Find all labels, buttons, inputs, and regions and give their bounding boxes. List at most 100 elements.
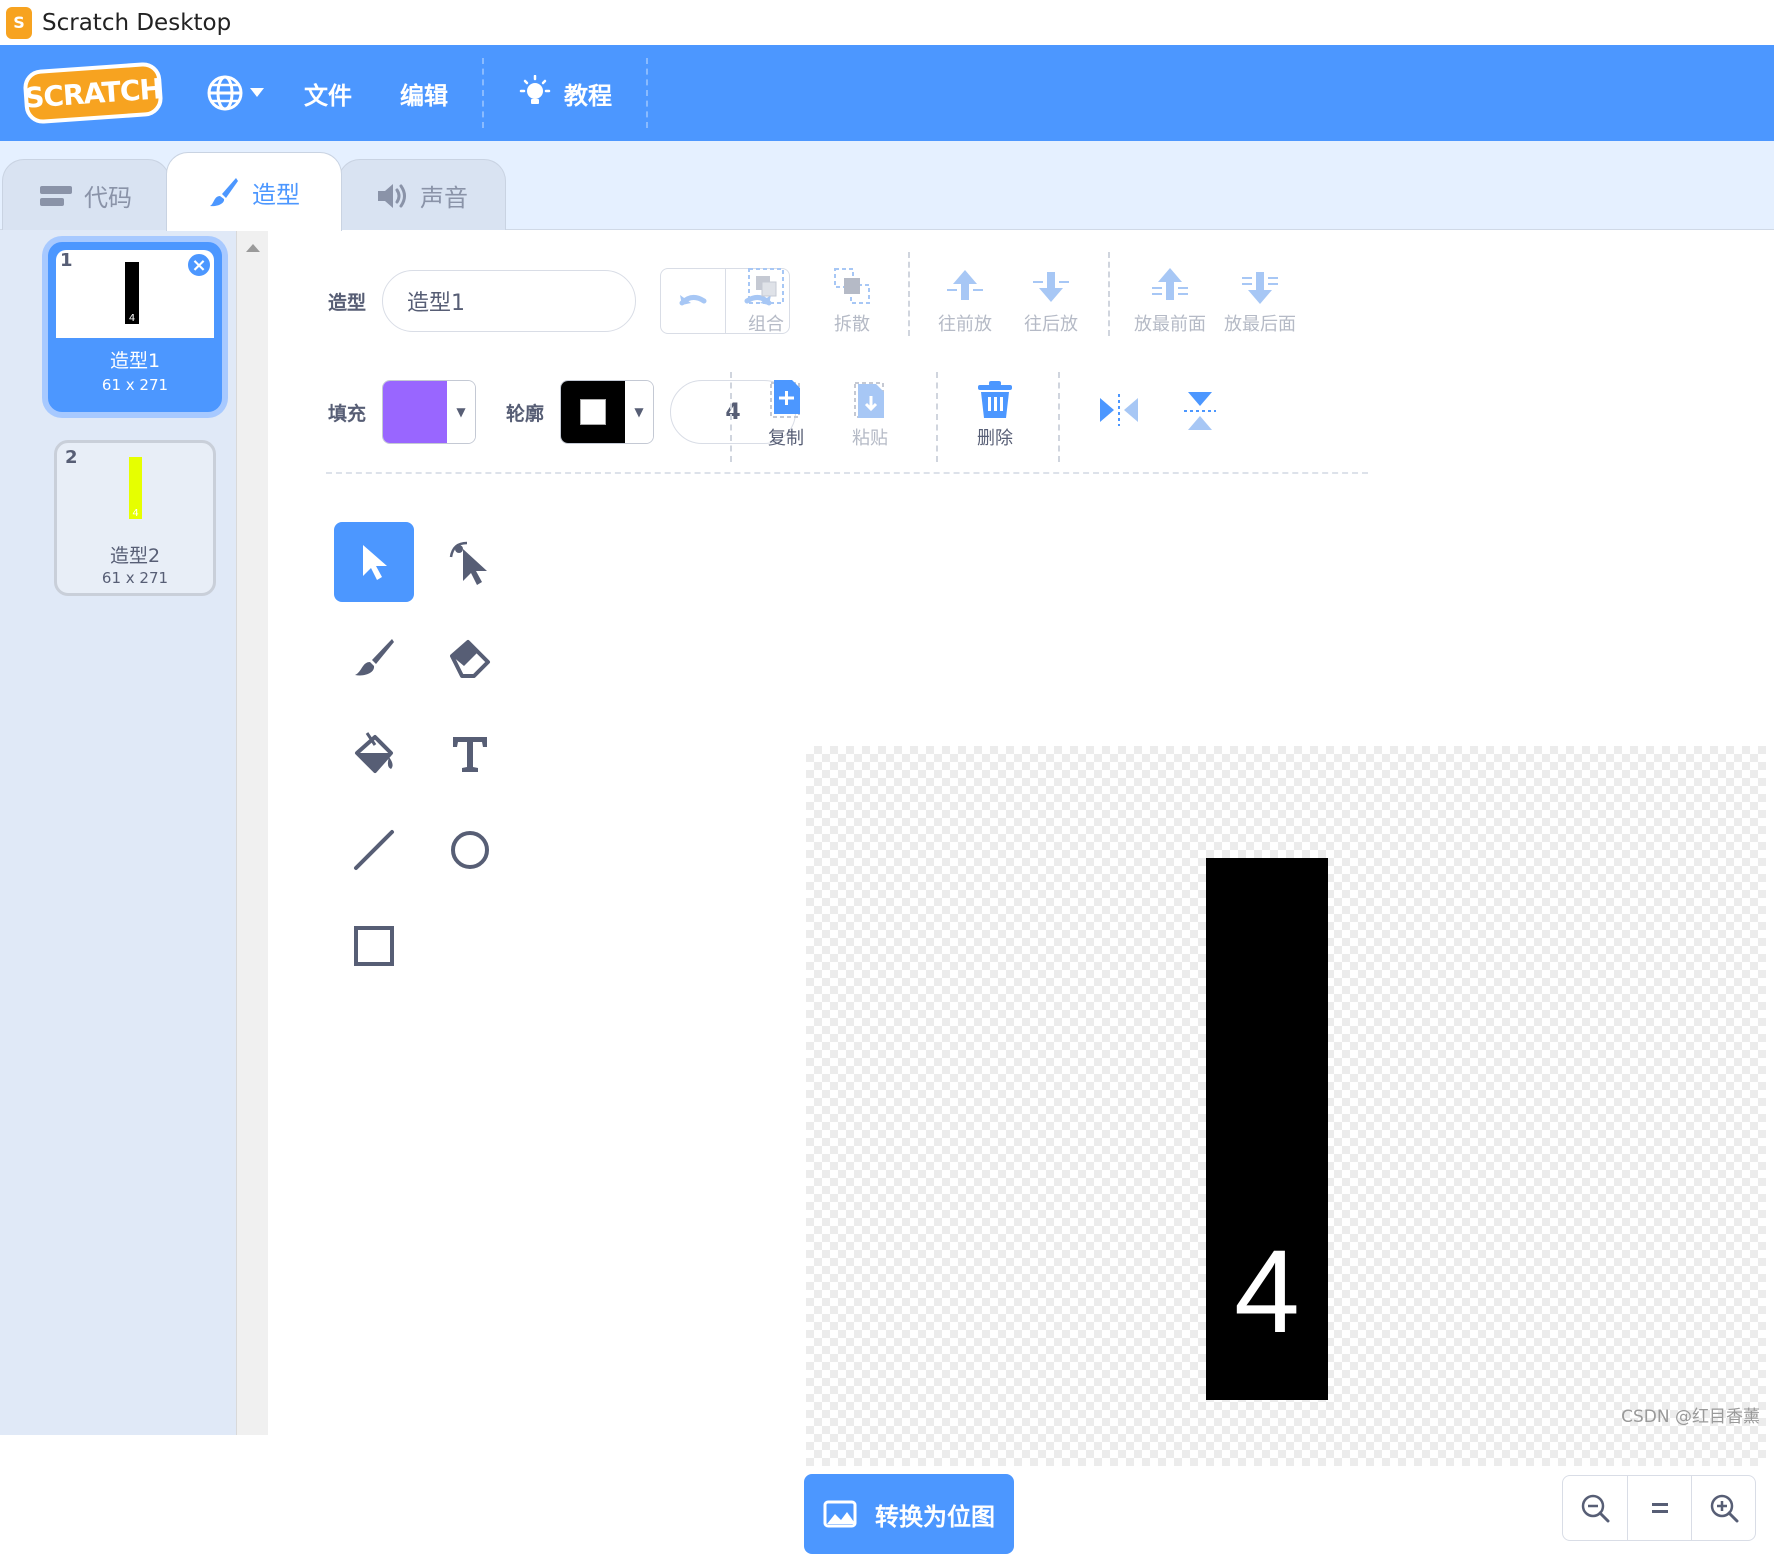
fill-tool[interactable] [334, 714, 414, 794]
trash-icon [976, 380, 1014, 420]
front-arrow-icon [1150, 266, 1190, 306]
tab-code[interactable]: 代码 [2, 159, 170, 231]
editor-tabs: 代码 造型 声音 [0, 141, 1774, 230]
copy-icon [768, 380, 804, 420]
tab-costumes[interactable]: 造型 [166, 152, 342, 231]
paint-editor: 造型 造型1 组合 [268, 230, 1774, 1435]
flip-horizontal-icon [1098, 392, 1140, 428]
group-label: 组合 [748, 310, 784, 336]
tab-costumes-label: 造型 [252, 175, 300, 210]
ungroup-label: 拆散 [834, 310, 870, 336]
window-titlebar: S Scratch Desktop [0, 0, 1774, 45]
text-t-icon [450, 734, 490, 774]
language-menu[interactable] [190, 45, 280, 141]
copy-button[interactable]: 复制 [768, 380, 804, 450]
circle-tool[interactable] [430, 810, 510, 890]
menu-divider [482, 58, 484, 128]
costume-shape[interactable]: 4 [1206, 858, 1328, 1400]
toolbar-separator [326, 472, 1368, 474]
backward-button[interactable]: 往后放 [1024, 266, 1078, 336]
select-arrow-icon [357, 542, 391, 582]
edit-menu[interactable]: 编辑 [376, 45, 472, 141]
costume-thumb-shape: 4 [125, 262, 139, 324]
ungroup-button[interactable]: 拆散 [832, 266, 872, 336]
costume-card-2[interactable]: 2 4 造型2 61 x 271 [54, 440, 216, 596]
paintbrush-icon [208, 176, 240, 208]
scratch-app-icon: S [6, 7, 32, 39]
lightbulb-icon [518, 75, 552, 111]
costume-name-label: 造型 [328, 288, 366, 315]
circle-icon [448, 828, 492, 872]
backward-label: 往后放 [1024, 310, 1078, 336]
zoom-out-icon [1580, 1493, 1610, 1523]
group-button[interactable]: 组合 [746, 266, 786, 336]
group-icon [746, 266, 786, 306]
flip-horizontal-button[interactable] [1098, 392, 1140, 428]
costume-thumb-digit: 4 [132, 508, 138, 519]
tab-code-label: 代码 [84, 178, 132, 213]
fill-dropdown-caret-icon: ▼ [447, 381, 475, 443]
zoom-out-button[interactable] [1563, 1476, 1627, 1540]
rectangle-icon [352, 924, 396, 968]
back-label: 放最后面 [1224, 310, 1296, 336]
scroll-up-arrow-icon[interactable] [246, 244, 260, 252]
line-tool[interactable] [334, 810, 414, 890]
window-title: Scratch Desktop [42, 10, 231, 36]
costume-name: 造型1 [52, 346, 218, 373]
eraser-tool[interactable] [430, 618, 510, 698]
back-button[interactable]: 放最后面 [1224, 266, 1296, 336]
eraser-icon [448, 636, 492, 680]
delete-button[interactable]: 删除 [976, 380, 1014, 450]
costume-name-input[interactable]: 造型1 [382, 270, 636, 332]
menu-divider [646, 58, 648, 128]
outline-label: 轮廓 [506, 399, 544, 426]
paste-button[interactable]: 粘贴 [852, 380, 888, 450]
costume-name: 造型2 [57, 541, 213, 568]
zoom-in-button[interactable] [1691, 1476, 1755, 1540]
drawing-canvas[interactable]: 4 [806, 746, 1766, 1466]
costume-list: 4 1 × 造型1 61 x 271 2 4 造型2 61 x 271 [0, 230, 268, 1435]
rectangle-tool[interactable] [334, 906, 414, 986]
text-tool[interactable] [430, 714, 510, 794]
backward-arrow-icon [1031, 266, 1071, 306]
outline-color-picker[interactable]: ▼ [560, 380, 654, 444]
fill-color-swatch [383, 381, 447, 443]
outline-dropdown-caret-icon: ▼ [625, 381, 653, 443]
forward-button[interactable]: 往前放 [938, 266, 992, 336]
paste-icon [852, 380, 888, 420]
costume-card-1[interactable]: 4 1 × 造型1 61 x 271 [48, 242, 222, 412]
editor-top-row: 造型 造型1 [328, 268, 790, 334]
fill-label: 填充 [328, 399, 366, 426]
delete-costume-button[interactable]: × [186, 252, 212, 278]
watermark: CSDN @红目香薰 [1621, 1402, 1760, 1427]
undo-icon [678, 291, 708, 311]
costume-thumb-shape: 4 [129, 457, 142, 519]
select-tool[interactable] [334, 522, 414, 602]
undo-button[interactable] [661, 269, 725, 333]
convert-to-bitmap-button[interactable]: 转换为位图 [804, 1474, 1014, 1554]
forward-arrow-icon [945, 266, 985, 306]
menu-bar: SCRATCH 文件 编辑 教程 [0, 45, 1774, 141]
code-blocks-icon [40, 184, 72, 208]
paint-bucket-icon [351, 731, 397, 777]
costume-size: 61 x 271 [57, 569, 213, 587]
paste-label: 粘贴 [852, 424, 888, 450]
front-label: 放最前面 [1134, 310, 1206, 336]
toolbar-divider [908, 252, 910, 336]
tab-sounds-label: 声音 [420, 178, 468, 213]
brush-tool[interactable] [334, 618, 414, 698]
fill-color-picker[interactable]: ▼ [382, 380, 476, 444]
flip-vertical-button[interactable] [1182, 390, 1218, 432]
reshape-tool[interactable] [430, 522, 510, 602]
brush-icon [352, 636, 396, 680]
tab-sounds[interactable]: 声音 [338, 159, 506, 231]
zoom-reset-button[interactable] [1627, 1476, 1691, 1540]
tutorials-menu[interactable]: 教程 [494, 45, 636, 141]
costume-list-scrollbar[interactable] [236, 230, 268, 1435]
scratch-logo[interactable]: SCRATCH [22, 61, 163, 124]
front-button[interactable]: 放最前面 [1134, 266, 1206, 336]
flip-vertical-icon [1182, 390, 1218, 432]
file-menu[interactable]: 文件 [280, 45, 376, 141]
forward-label: 往前放 [938, 310, 992, 336]
reshape-icon [447, 537, 493, 587]
